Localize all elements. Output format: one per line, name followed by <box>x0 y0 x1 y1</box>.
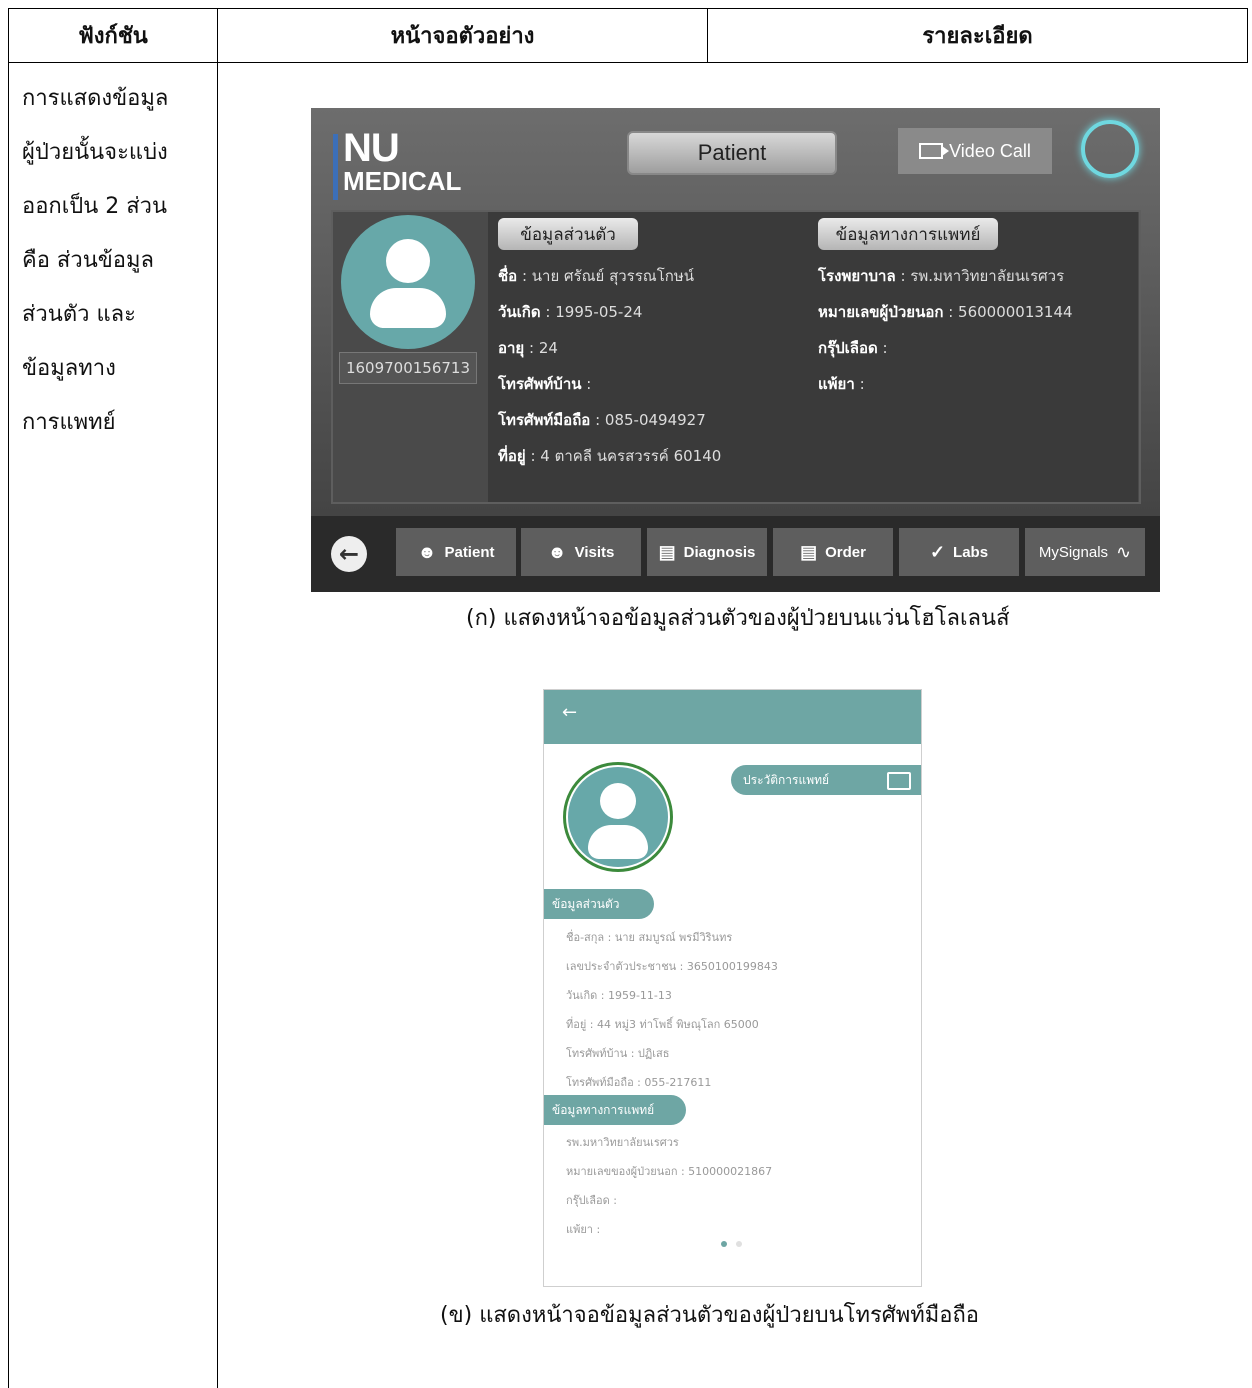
video-camera-icon <box>919 143 950 159</box>
hololens-screenshot: NU MEDICAL Patient Video Call 1609700156… <box>311 108 1160 592</box>
personal-row: วันเกิด : 1995-05-24 <box>498 303 643 321</box>
back-button[interactable]: ← <box>331 536 367 572</box>
logo-nu-text: NU <box>343 126 400 170</box>
loading-ring-icon <box>1081 120 1139 178</box>
avatar <box>566 765 670 869</box>
personal-info-header: ข้อมูลส่วนตัว <box>498 218 638 250</box>
medical-row: แพ้ยา : <box>566 1223 601 1236</box>
mobile-app-bar: ← <box>544 690 921 744</box>
description-line: ส่วนตัว และ <box>22 302 136 327</box>
header-details: รายละเอียด <box>922 23 1033 49</box>
medical-info-header: ข้อมูลทางการแพทย์ <box>544 1095 686 1125</box>
personal-row: เลขประจำตัวประชาชน : 3650100199843 <box>566 960 778 973</box>
mobile-screenshot: ← ประวัติการแพทย์ ข้อมูลส่วนตัว ชื่อ-สกุ… <box>543 689 922 1287</box>
personal-row: ที่อยู่ : 44 หมู่3 ท่าโพธิ์ พิษณุโลก 650… <box>566 1018 759 1031</box>
medical-history-button[interactable]: ประวัติการแพทย์ <box>731 765 921 795</box>
nav-mysignals-button[interactable]: MySignals ∿ <box>1025 528 1145 576</box>
personal-info-header: ข้อมูลส่วนตัว <box>544 889 654 919</box>
person-icon: ☻ <box>417 541 437 562</box>
microscope-icon: ✓ <box>929 541 946 562</box>
page-indicator-dot[interactable] <box>736 1241 742 1247</box>
medical-row: รพ.มหาวิทยาลัยนเรศวร <box>566 1136 679 1149</box>
personal-row: ที่อยู่ : 4 ตาคลี นครสวรรค์ 60140 <box>498 447 722 465</box>
nav-labs-button[interactable]: ✓ Labs <box>899 528 1019 576</box>
back-arrow-icon[interactable]: ← <box>562 702 577 723</box>
medical-row: หมายเลขของผู้ป่วยนอก : 510000021867 <box>566 1165 773 1178</box>
nav-patient-button[interactable]: ☻ Patient <box>396 528 516 576</box>
medical-info-header: ข้อมูลทางการแพทย์ <box>818 218 998 250</box>
description-line: การแสดงข้อมูล <box>22 86 169 111</box>
personal-row: วันเกิด : 1959-11-13 <box>566 989 672 1002</box>
person-icon: ☻ <box>547 541 567 562</box>
medical-row: โรงพยาบาล : รพ.มหาวิทยาลัยนเรศวร <box>818 267 1065 285</box>
personal-row: ชื่อ-สกุล : นาย สมบูรณ์ พรมีวิรินทร <box>566 931 733 944</box>
description-line: คือ ส่วนข้อมูล <box>22 248 154 273</box>
nu-medical-logo: NU MEDICAL <box>333 126 463 204</box>
document-icon: ▤ <box>658 541 676 562</box>
personal-row: โทรศัพท์บ้าน : <box>498 375 592 393</box>
patient-panel: 1609700156713 ข้อมูลส่วนตัว ข้อมูลทางการ… <box>331 210 1141 504</box>
patient-id: 1609700156713 <box>339 352 477 384</box>
function-description: การแสดงข้อมูล ผู้ป่วยนั้นจะแบ่ง ออกเป็น … <box>22 72 207 450</box>
description-line: ผู้ป่วยนั้นจะแบ่ง <box>22 140 168 165</box>
table-border-left <box>8 8 9 1388</box>
video-call-label: Video Call <box>949 140 1031 161</box>
nav-diagnosis-button[interactable]: ▤ Diagnosis <box>647 528 767 576</box>
document-icon: ▤ <box>800 541 818 562</box>
medical-row: กรุ๊ปเลือด : <box>566 1194 618 1207</box>
header-screen-sample: หน้าจอตัวอย่าง <box>390 23 535 49</box>
description-line: ข้อมูลทาง <box>22 356 116 381</box>
table-divider-1 <box>217 8 218 1388</box>
medical-row: แพ้ยา : <box>818 375 865 393</box>
nav-visits-button[interactable]: ☻ Visits <box>521 528 641 576</box>
description-line: ออกเป็น 2 ส่วน <box>22 194 168 219</box>
medical-row: กรุ๊ปเลือด : <box>818 339 888 357</box>
personal-row: โทรศัพท์มือถือ : 085-0494927 <box>498 411 706 429</box>
description-line: การแพทย์ <box>22 410 116 435</box>
page-indicator-dot-active[interactable] <box>721 1241 727 1247</box>
personal-row: โทรศัพท์มือถือ : 055-217611 <box>566 1076 712 1089</box>
table-header-rule <box>8 62 1248 63</box>
page-title: Patient <box>627 131 837 175</box>
bottom-nav: ← ☻ Patient ☻ Visits ▤ Diagnosis ▤ Order ✓ La… <box>311 516 1160 592</box>
personal-row: ชื่อ : นาย ศรัณย์ สุวรรณโกษน์ <box>498 267 694 285</box>
video-call-button[interactable]: Video Call <box>898 128 1052 174</box>
arrow-left-icon: ← <box>338 540 360 568</box>
header-function: ฟังก์ชัน <box>78 23 148 49</box>
caption-hololens: (ก) แสดงหน้าจอข้อมูลส่วนตัวของผู้ป่วยบนแ… <box>466 606 1010 631</box>
personal-row: โทรศัพท์บ้าน : ปฏิเสธ <box>566 1047 670 1060</box>
id-card-icon <box>887 772 911 790</box>
medical-row: หมายเลขผู้ป่วยนอก : 560000013144 <box>818 303 1073 321</box>
caption-mobile: (ข) แสดงหน้าจอข้อมูลส่วนตัวของผู้ป่วยบนโ… <box>440 1303 979 1328</box>
pulse-icon: ∿ <box>1116 541 1132 562</box>
nav-order-button[interactable]: ▤ Order <box>773 528 893 576</box>
logo-medical-text: MEDICAL <box>343 166 462 196</box>
personal-row: อายุ : 24 <box>498 339 558 357</box>
avatar <box>341 215 475 349</box>
patient-info: ข้อมูลส่วนตัว ข้อมูลทางการแพทย์ ชื่อ : น… <box>488 212 1138 502</box>
table-border-right <box>1247 8 1248 63</box>
